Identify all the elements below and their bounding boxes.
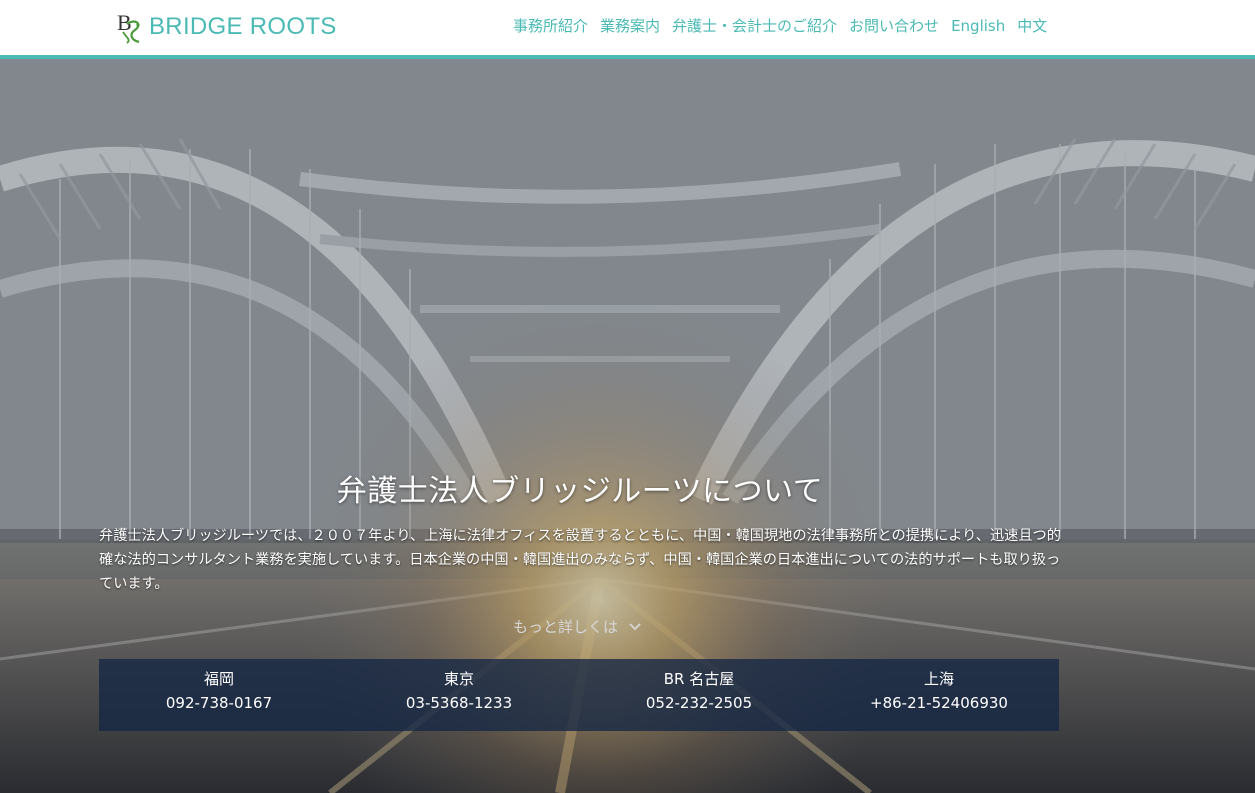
office-name: 上海	[923, 670, 954, 688]
office-phone[interactable]: +86-21-52406930	[819, 691, 1059, 715]
office-nagoya[interactable]: BR 名古屋 052-232-2505	[579, 659, 819, 731]
logo-text: BRIDGE ROOTS	[149, 13, 337, 40]
office-name: BR 名古屋	[663, 670, 735, 688]
nav-about[interactable]: 事務所紹介	[513, 16, 588, 36]
nav-chinese[interactable]: 中文	[1017, 16, 1047, 36]
office-phone[interactable]: 052-232-2505	[579, 691, 819, 715]
nav-contact[interactable]: お問い合わせ	[849, 16, 939, 36]
office-shanghai[interactable]: 上海 +86-21-52406930	[819, 659, 1059, 731]
more-details-link[interactable]: もっと詳しくは	[513, 616, 642, 637]
office-fukuoka[interactable]: 福岡 092-738-0167	[99, 659, 339, 731]
site-header: B BRIDGE ROOTS 事務所紹介 業務案内 弁護士・会計士のご紹介 お問…	[0, 0, 1255, 55]
office-phone[interactable]: 03-5368-1233	[339, 691, 579, 715]
nav-english[interactable]: English	[951, 16, 1005, 36]
nav-lawyers[interactable]: 弁護士・会計士のご紹介	[672, 16, 837, 36]
bridge-roots-logo-icon: B	[117, 10, 140, 44]
office-phone[interactable]: 092-738-0167	[99, 691, 339, 715]
main-nav: 事務所紹介 業務案内 弁護士・会計士のご紹介 お問い合わせ English 中文	[513, 16, 1047, 36]
office-contacts-bar: 福岡 092-738-0167 東京 03-5368-1233 BR 名古屋 0…	[99, 659, 1059, 731]
hero-description: 弁護士法人ブリッジルーツでは、２００７年より、上海に法律オフィスを設置するととも…	[99, 528, 1061, 592]
hero-section: 弁護士法人ブリッジルーツについて 弁護士法人ブリッジルーツでは、２００７年より、…	[0, 59, 1255, 793]
nav-services[interactable]: 業務案内	[600, 16, 660, 36]
office-tokyo[interactable]: 東京 03-5368-1233	[339, 659, 579, 731]
site-logo[interactable]: B BRIDGE ROOTS	[117, 8, 337, 46]
office-name: 福岡	[203, 670, 234, 688]
hero-title: 弁護士法人ブリッジルーツについて	[336, 474, 824, 509]
hero-title-wrap: 弁護士法人ブリッジルーツについて	[0, 466, 1160, 510]
more-details-label: もっと詳しくは	[513, 618, 619, 636]
chevron-down-icon	[629, 622, 641, 630]
office-name: 東京	[443, 670, 474, 688]
